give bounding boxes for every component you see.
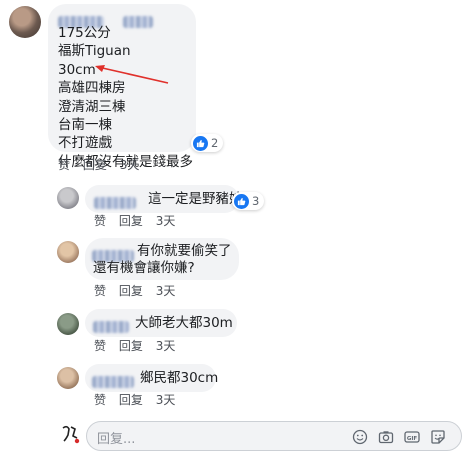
reply-placeholder: 回复...: [97, 432, 136, 447]
timestamp[interactable]: 3天: [120, 158, 140, 172]
like-link[interactable]: 赞: [94, 214, 106, 228]
comment-actions: 赞 回复 3天: [58, 156, 148, 173]
timestamp[interactable]: 3天: [156, 284, 176, 298]
thumbs-up-icon: [234, 193, 249, 209]
reply-input[interactable]: 回复... GIF: [86, 421, 462, 451]
sticker-icon[interactable]: [430, 429, 446, 445]
like-link[interactable]: 赞: [94, 284, 106, 298]
current-user-avatar: [60, 423, 82, 445]
reply-actions: 赞 回复 3天: [94, 212, 184, 229]
reply-text-line: 還有機會讓你嫌?: [93, 260, 195, 276]
gif-icon[interactable]: GIF: [404, 429, 420, 445]
comment-line: 不打遊戲: [58, 135, 112, 152]
reaction-count: 3: [252, 194, 260, 208]
reply-author-name[interactable]: [93, 316, 129, 335]
like-link[interactable]: 赞: [94, 339, 106, 353]
avatar[interactable]: [57, 367, 79, 389]
reply-link[interactable]: 回复: [119, 214, 143, 228]
comment-line: 台南一棟: [58, 117, 112, 134]
comment-line: 澄清湖三棟: [58, 98, 126, 115]
reply-actions: 赞 回复 3天: [94, 282, 184, 299]
annotation-arrow: [95, 65, 169, 84]
reaction-badge[interactable]: 2: [191, 134, 224, 152]
avatar[interactable]: [57, 187, 79, 209]
reply-author-name[interactable]: [92, 371, 134, 390]
like-link[interactable]: 赞: [58, 158, 70, 172]
reply-author-name[interactable]: [94, 192, 136, 211]
reaction-badge[interactable]: 3: [232, 192, 265, 210]
reply-text: 鄉民都30cm: [140, 370, 219, 386]
reply-text-line: 有你就要偷笑了: [137, 243, 232, 259]
camera-icon[interactable]: [378, 429, 394, 445]
reply-text: 大師老大都30m: [135, 315, 233, 331]
reply-link[interactable]: 回复: [83, 158, 107, 172]
timestamp[interactable]: 3天: [156, 393, 176, 407]
reply-link[interactable]: 回复: [119, 339, 143, 353]
comment-line: 175公分: [58, 25, 111, 41]
reaction-count: 2: [211, 136, 219, 150]
main-comment-text: 175公分 福斯Tiguan 30cm 高雄四棟房 澄清湖三棟 台南一棟 不打遊…: [58, 24, 193, 171]
reply-text: 這一定是野豬妹: [148, 191, 243, 207]
reply-link[interactable]: 回复: [119, 284, 143, 298]
thumbs-up-icon: [193, 135, 208, 151]
reply-link[interactable]: 回复: [119, 393, 143, 407]
avatar[interactable]: [57, 241, 79, 263]
reply-actions: 赞 回复 3天: [94, 337, 184, 354]
comment-line: 福斯Tiguan: [58, 43, 131, 60]
avatar[interactable]: [9, 6, 41, 38]
avatar[interactable]: [57, 313, 79, 335]
reply-actions: 赞 回复 3天: [94, 391, 184, 408]
emoji-icon[interactable]: [352, 429, 368, 445]
like-link[interactable]: 赞: [94, 393, 106, 407]
svg-text:GIF: GIF: [407, 436, 418, 442]
timestamp[interactable]: 3天: [156, 214, 176, 228]
timestamp[interactable]: 3天: [156, 339, 176, 353]
